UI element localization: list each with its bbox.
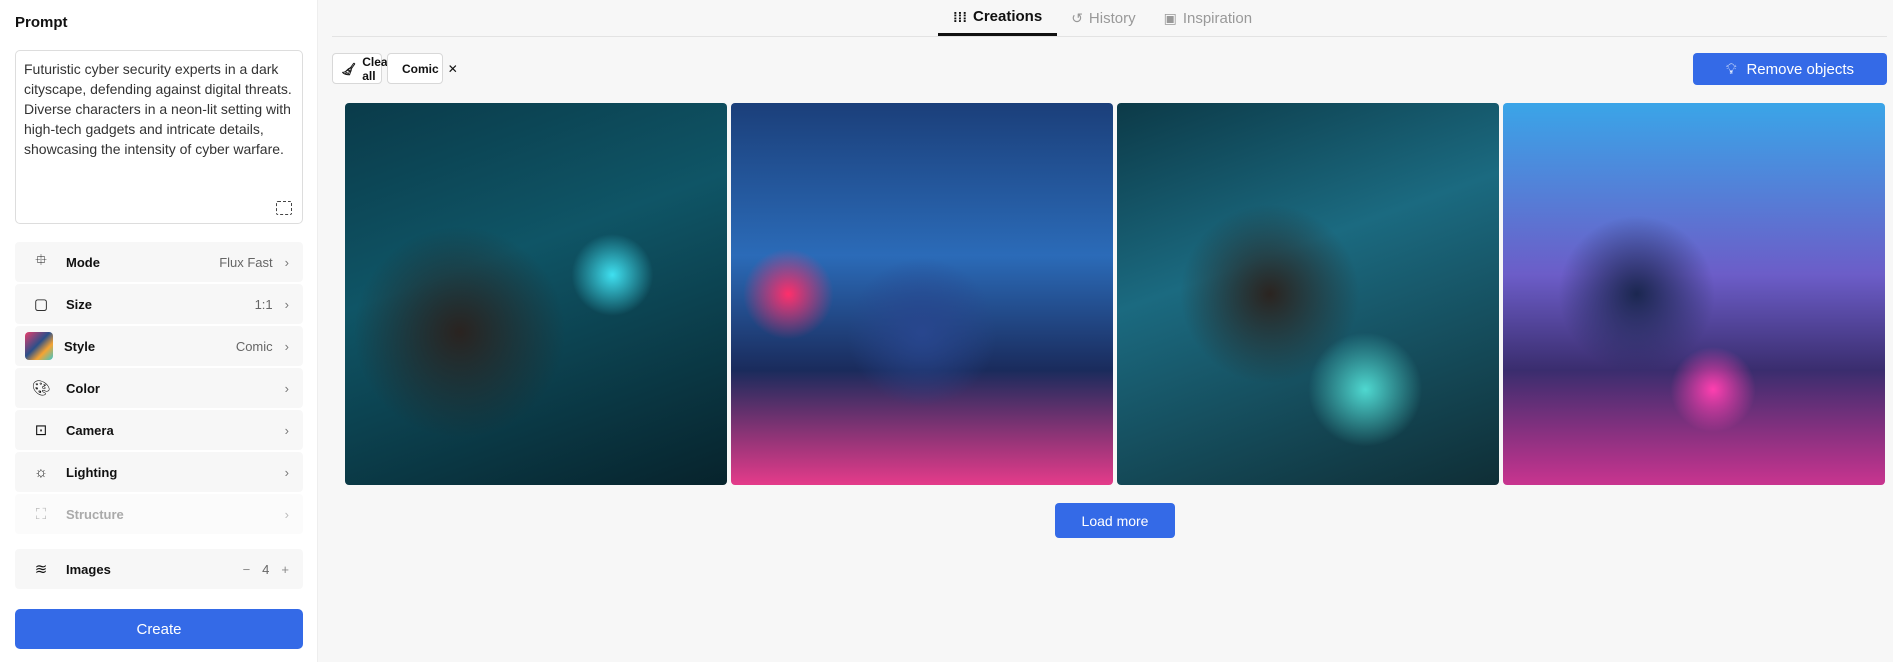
gallery-icon: ▣ <box>1163 9 1177 26</box>
decrement-button[interactable]: − <box>243 562 251 577</box>
image-upload-icon[interactable] <box>276 201 292 215</box>
setting-lighting[interactable]: ☼ Lighting › <box>15 452 303 492</box>
setting-structure[interactable]: ⛶ Structure › <box>15 494 303 534</box>
generated-image[interactable] <box>731 103 1113 485</box>
chevron-right-icon: › <box>284 380 289 396</box>
broom-icon: 🧹︎ <box>341 61 357 76</box>
divider <box>332 36 1887 37</box>
chevron-right-icon: › <box>284 296 289 312</box>
setting-label: Style <box>64 338 96 354</box>
setting-label: Images <box>66 561 111 577</box>
chip-icon: ⯐ <box>35 251 47 269</box>
filter-chip-comic[interactable]: Comic ✕ <box>387 53 458 84</box>
setting-value: 1:1 <box>254 296 273 312</box>
prompt-input[interactable]: Futuristic cyber security experts in a d… <box>15 50 303 224</box>
grid-icon: ⁞⁞⁞ <box>953 8 967 25</box>
palette-icon: 🎨︎ <box>31 380 51 397</box>
square-icon: ▢ <box>33 296 49 313</box>
camera-portrait-icon: ⊡ <box>34 422 48 439</box>
chevron-right-icon: › <box>284 506 289 522</box>
tab-inspiration[interactable]: ▣ Inspiration <box>1150 0 1266 36</box>
close-icon[interactable]: ✕ <box>448 62 458 76</box>
structure-icon: ⛶ <box>35 505 47 523</box>
setting-label: Mode <box>66 254 100 270</box>
chevron-right-icon: › <box>284 254 289 270</box>
chip-label: Comic <box>402 61 439 76</box>
setting-label: Camera <box>66 422 114 438</box>
load-more-button[interactable]: Load more <box>1055 503 1175 538</box>
setting-value: Flux Fast <box>219 254 273 270</box>
tab-label: Inspiration <box>1182 9 1253 27</box>
image-gallery <box>345 103 1885 485</box>
setting-label: Lighting <box>66 464 118 480</box>
tab-label: History <box>1088 9 1136 27</box>
setting-color[interactable]: 🎨︎ Color › <box>15 368 303 408</box>
tab-label: Creations <box>973 8 1043 25</box>
tab-history[interactable]: ↺ History <box>1057 0 1149 36</box>
chevron-right-icon: › <box>284 338 289 354</box>
setting-style[interactable]: Style Comic › <box>15 326 303 366</box>
increment-button[interactable]: + <box>281 562 289 577</box>
lightbulb-icon: 💡︎ <box>1725 60 1737 78</box>
tab-bar: ⁞⁞⁞ Creations ↺ History ▣ Inspiration <box>938 0 1266 36</box>
chevron-right-icon: › <box>284 464 289 480</box>
tab-creations[interactable]: ⁞⁞⁞ Creations <box>938 0 1058 36</box>
setting-camera[interactable]: ⊡ Camera › <box>15 410 303 450</box>
generated-image[interactable] <box>1117 103 1499 485</box>
style-thumbnail <box>25 332 53 360</box>
images-count: 4 <box>262 561 270 577</box>
chevron-right-icon: › <box>284 422 289 438</box>
setting-label: Size <box>66 296 93 312</box>
setting-value: Comic <box>235 338 273 354</box>
generated-image[interactable] <box>345 103 727 485</box>
prompt-text: Futuristic cyber security experts in a d… <box>24 61 292 157</box>
setting-mode[interactable]: ⯐ Mode Flux Fast › <box>15 242 303 282</box>
setting-label: Structure <box>66 506 124 522</box>
history-icon: ↺ <box>1071 9 1083 26</box>
remove-objects-button[interactable]: 💡︎ Remove objects <box>1693 53 1887 85</box>
create-button[interactable]: Create <box>15 609 303 649</box>
prompt-title: Prompt <box>15 14 68 31</box>
sun-icon: ☼ <box>34 463 48 481</box>
generated-image[interactable] <box>1503 103 1885 485</box>
clear-all-button[interactable]: 🧹︎ Clear all <box>332 53 392 84</box>
setting-size[interactable]: ▢ Size 1:1 › <box>15 284 303 324</box>
sidebar: Prompt Futuristic cyber security experts… <box>0 0 318 662</box>
layers-icon: ≋ <box>34 561 48 578</box>
setting-label: Color <box>66 380 100 396</box>
setting-images: ≋ Images − 4 + <box>15 549 303 589</box>
remove-objects-label: Remove objects <box>1746 60 1855 78</box>
